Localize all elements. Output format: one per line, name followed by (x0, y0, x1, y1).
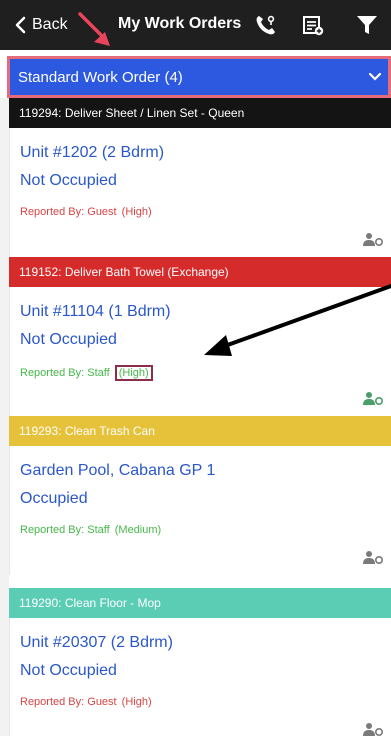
work-order-card[interactable]: 119294: Deliver Sheet / Linen Set - Quee… (9, 98, 391, 257)
occupancy-status: Not Occupied (20, 331, 117, 348)
work-order-header: 119152: Deliver Bath Towel (Exchange) (9, 257, 391, 287)
phone-icon[interactable] (253, 12, 279, 38)
work-order-body: Unit #1202 (2 Bdrm) Not Occupied Reporte… (9, 128, 391, 257)
assign-user-icon[interactable] (363, 232, 385, 246)
priority-label: (High) (114, 365, 153, 381)
work-order-header: 119294: Deliver Sheet / Linen Set - Quee… (9, 98, 391, 128)
work-order-location: Unit #11104 (1 Bdrm) (20, 303, 171, 320)
work-order-body: Unit #11104 (1 Bdrm) Not Occupied Report… (9, 287, 391, 416)
work-order-card[interactable]: 119290: Clean Floor - Mop Unit #20307 (2… (9, 588, 391, 736)
reported-by-label: Reported By: Staff (20, 524, 110, 536)
work-order-body: Unit #20307 (2 Bdrm) Not Occupied Report… (9, 618, 391, 736)
work-order-header: 119293: Clean Trash Can (9, 416, 391, 446)
work-order-header: 119290: Clean Floor - Mop (9, 588, 391, 618)
priority-label: (Medium) (114, 524, 162, 536)
work-order-location: Unit #20307 (2 Bdrm) (20, 634, 173, 651)
back-button[interactable]: Back (14, 14, 68, 36)
occupancy-status: Not Occupied (20, 662, 117, 679)
reported-by-label: Reported By: Staff (20, 367, 110, 379)
occupancy-status: Not Occupied (20, 172, 117, 189)
work-order-body: Garden Pool, Cabana GP 1 Occupied Report… (9, 446, 391, 575)
assign-user-icon[interactable] (363, 550, 385, 564)
work-orders-screen: Back My Work Orders Standard Work Order … (0, 0, 391, 736)
occupancy-status: Occupied (20, 490, 88, 507)
back-label: Back (32, 16, 68, 33)
priority-label: (High) (121, 206, 152, 218)
filter-icon[interactable] (354, 12, 380, 38)
left-gutter (0, 98, 9, 736)
work-order-location: Unit #1202 (2 Bdrm) (20, 144, 165, 161)
page-title: My Work Orders (118, 15, 242, 32)
assign-user-icon[interactable] (363, 391, 385, 405)
chevron-down-icon (368, 72, 382, 81)
chevron-left-icon (15, 16, 26, 34)
reported-by: Reported By: Guest (High) (20, 206, 152, 218)
work-order-location: Garden Pool, Cabana GP 1 (20, 462, 216, 479)
work-order-card[interactable]: 119293: Clean Trash Can Garden Pool, Cab… (9, 416, 391, 575)
assign-user-icon[interactable] (363, 722, 385, 736)
reported-by: Reported By: Staff (High) (20, 365, 153, 381)
calendar-icon[interactable] (300, 12, 326, 38)
reported-by: Reported By: Guest (High) (20, 696, 152, 708)
work-order-card[interactable]: 119152: Deliver Bath Towel (Exchange) Un… (9, 257, 391, 416)
priority-label: (High) (121, 696, 152, 708)
reported-by-label: Reported By: Guest (20, 206, 117, 218)
reported-by-label: Reported By: Guest (20, 696, 117, 708)
reported-by: Reported By: Staff (Medium) (20, 524, 161, 536)
work-order-category-dropdown[interactable]: Standard Work Order (4) (7, 56, 391, 98)
top-nav-bar: Back My Work Orders (0, 0, 391, 50)
category-label: Standard Work Order (4) (18, 68, 183, 86)
